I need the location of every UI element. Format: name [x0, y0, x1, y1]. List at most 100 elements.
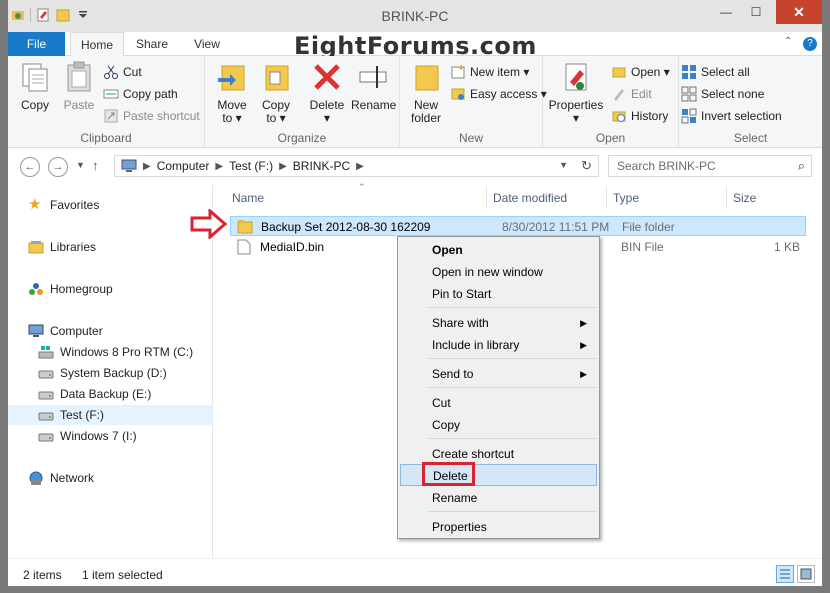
rename-button[interactable]: Rename: [351, 60, 396, 112]
clipboard-group-label: Clipboard: [80, 131, 132, 145]
delete-x-icon: [314, 64, 340, 90]
properties-button[interactable]: Properties ▾: [547, 60, 605, 125]
menu-item-send-to[interactable]: Send to ▶: [400, 363, 597, 385]
select-all-button[interactable]: Select all: [681, 62, 750, 82]
submenu-arrow-icon: ▶: [580, 340, 587, 350]
menu-separator: [428, 511, 597, 512]
select-all-icon: [682, 65, 696, 79]
menu-item-label: Share with: [432, 316, 489, 330]
menu-item-copy[interactable]: Copy: [400, 414, 597, 436]
minimize-button[interactable]: —: [711, 0, 741, 24]
tab-home[interactable]: Home: [70, 32, 124, 57]
file-icon: [237, 239, 251, 255]
edit-button[interactable]: Edit: [611, 84, 652, 104]
tab-view[interactable]: View: [183, 32, 231, 56]
menu-item-pin-to-start[interactable]: Pin to Start: [400, 283, 597, 305]
move-to-label-2: to ▾: [222, 111, 242, 125]
search-icon[interactable]: ⌕: [798, 158, 805, 174]
close-button[interactable]: ✕: [776, 0, 822, 24]
up-arrow-icon[interactable]: ↑: [92, 158, 99, 173]
menu-item-open[interactable]: Open: [400, 239, 597, 261]
move-to-button[interactable]: Move to ▾: [213, 60, 251, 125]
column-header-name[interactable]: Name: [232, 191, 264, 205]
nav-homegroup[interactable]: Homegroup: [8, 279, 213, 299]
address-bar[interactable]: ▶ Computer ▶ Test (F:) ▶ BRINK-PC ▶ ▼ ↻: [114, 155, 599, 177]
crumb-test-drive[interactable]: Test (F:): [229, 159, 273, 173]
address-chevron-icon[interactable]: ▶: [143, 161, 151, 172]
address-chevron-icon[interactable]: ▶: [279, 161, 287, 172]
tab-file[interactable]: File: [8, 32, 65, 56]
copy-to-button[interactable]: Copy to ▾: [257, 60, 295, 125]
submenu-arrow-icon: ▶: [580, 369, 587, 379]
menu-item-cut[interactable]: Cut: [400, 392, 597, 414]
column-header-date[interactable]: Date modified: [493, 191, 567, 205]
rename-icon: [359, 66, 387, 88]
delete-ribbon-button[interactable]: Delete ▾: [307, 60, 347, 125]
select-none-icon: [681, 86, 697, 102]
history-label: History: [631, 109, 669, 123]
cut-button[interactable]: Cut: [103, 62, 142, 82]
select-none-button[interactable]: Select none: [681, 84, 764, 104]
column-divider[interactable]: [486, 187, 487, 209]
menu-item-rename[interactable]: Rename: [400, 487, 597, 509]
large-icons-view-button[interactable]: [797, 565, 815, 583]
minimize-ribbon-icon[interactable]: ⌃: [784, 36, 792, 47]
address-chevron-icon[interactable]: ▶: [215, 161, 223, 172]
recent-locations-icon[interactable]: ▼: [76, 160, 85, 170]
new-folder-label-2: folder: [410, 111, 442, 125]
address-dropdown-icon[interactable]: ▼: [559, 160, 568, 170]
address-chevron-icon[interactable]: ▶: [356, 161, 364, 172]
nav-drive-c-label: Windows 8 Pro RTM (C:): [60, 345, 194, 359]
details-view-button[interactable]: [776, 565, 794, 583]
nav-drive-f-label: Test (F:): [60, 408, 104, 422]
crumb-computer[interactable]: Computer: [157, 159, 210, 173]
history-icon: [612, 111, 626, 122]
nav-favorites[interactable]: ★ Favorites: [8, 195, 213, 215]
paste-button[interactable]: Paste: [60, 60, 98, 112]
back-button[interactable]: ←: [20, 157, 40, 177]
menu-item-share-with[interactable]: Share with ▶: [400, 312, 597, 334]
refresh-icon[interactable]: ↻: [581, 158, 592, 174]
navigation-bar: ← → ▼ ↑ ▶ Computer ▶ Test (F:) ▶ BRINK-P…: [8, 149, 822, 185]
invert-selection-button[interactable]: Invert selection: [681, 106, 782, 126]
nav-drive-d[interactable]: System Backup (D:): [8, 363, 213, 383]
nav-drive-f[interactable]: Test (F:): [8, 405, 213, 425]
copy-button[interactable]: Copy: [16, 60, 54, 112]
nav-libraries[interactable]: Libraries: [8, 237, 213, 257]
menu-item-include-in-library[interactable]: Include in library ▶: [400, 334, 597, 356]
new-folder-button[interactable]: New folder: [406, 60, 446, 125]
maximize-button[interactable]: ☐: [743, 0, 769, 24]
tab-share[interactable]: Share: [128, 32, 176, 56]
red-arrow-icon: [190, 209, 228, 239]
open-folder-icon: [612, 67, 626, 78]
invert-selection-icon: [681, 108, 697, 124]
table-row[interactable]: Backup Set 2012-08-30 162209 8/30/2012 1…: [230, 216, 806, 236]
column-divider[interactable]: [606, 187, 607, 209]
menu-item-label: Send to: [432, 367, 474, 381]
open-ribbon-button[interactable]: Open ▾: [611, 62, 670, 82]
nav-drive-e[interactable]: Data Backup (E:): [8, 384, 213, 404]
column-divider[interactable]: [726, 187, 727, 209]
history-button[interactable]: History: [611, 106, 668, 126]
select-all-label: Select all: [701, 65, 750, 79]
nav-computer[interactable]: Computer: [8, 321, 213, 341]
easy-access-button[interactable]: Easy access ▾: [450, 84, 547, 104]
menu-item-properties[interactable]: Properties: [400, 516, 597, 538]
paste-icon: [67, 61, 91, 92]
new-item-button[interactable]: New item ▾: [450, 62, 529, 82]
computer-address-icon: [121, 159, 137, 172]
nav-drive-i[interactable]: Windows 7 (I:): [8, 426, 213, 446]
column-header-size[interactable]: Size: [733, 191, 756, 205]
paste-label: Paste: [63, 98, 95, 112]
forward-button[interactable]: →: [48, 157, 68, 177]
menu-item-open-new-window[interactable]: Open in new window: [400, 261, 597, 283]
drive-icon: [38, 370, 54, 379]
search-input[interactable]: Search BRINK-PC ⌕: [608, 155, 812, 177]
nav-drive-c[interactable]: Windows 8 Pro RTM (C:): [8, 342, 213, 362]
column-header-type[interactable]: Type: [613, 191, 639, 205]
copy-path-button[interactable]: Copy path: [103, 84, 178, 104]
nav-network[interactable]: Network: [8, 468, 213, 488]
crumb-brink-pc[interactable]: BRINK-PC: [293, 159, 350, 173]
paste-shortcut-button[interactable]: Paste shortcut: [103, 106, 200, 126]
help-icon[interactable]: ?: [803, 37, 817, 51]
